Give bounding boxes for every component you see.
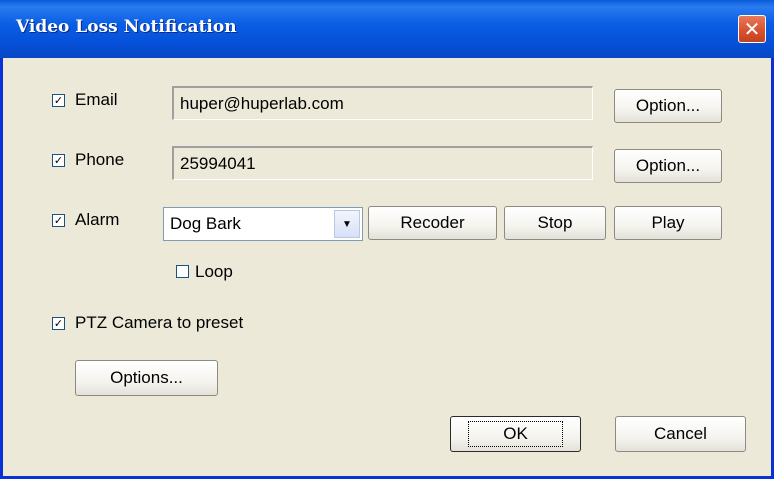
ptz-options-button[interactable]: Options... xyxy=(75,360,218,396)
loop-label: Loop xyxy=(195,262,233,281)
ok-button-label: OK xyxy=(468,421,563,447)
check-icon: ✓ xyxy=(53,94,64,107)
close-button[interactable]: ✕ xyxy=(738,15,766,43)
phone-field[interactable]: 25994041 xyxy=(172,146,593,180)
close-icon: ✕ xyxy=(743,17,761,41)
email-option-button[interactable]: Option... xyxy=(614,89,722,123)
check-icon: ✓ xyxy=(53,317,64,330)
email-checkbox[interactable]: ✓ xyxy=(52,94,65,107)
window-title: Video Loss Notification xyxy=(16,17,237,37)
loop-checkbox[interactable] xyxy=(176,265,189,278)
phone-option-button[interactable]: Option... xyxy=(614,149,722,183)
check-icon: ✓ xyxy=(53,214,64,227)
chevron-down-icon[interactable]: ▼ xyxy=(334,210,360,238)
ptz-checkbox[interactable]: ✓ xyxy=(52,317,65,330)
ok-button[interactable]: OK xyxy=(450,416,581,452)
title-bar[interactable]: Video Loss Notification ✕ xyxy=(0,0,774,58)
alarm-sound-select[interactable]: Dog Bark ▼ xyxy=(163,207,363,241)
phone-label: Phone xyxy=(75,150,125,169)
video-loss-dialog: Video Loss Notification ✕ ✓ Email huper@… xyxy=(0,0,774,479)
stop-button[interactable]: Stop xyxy=(504,206,606,240)
email-field[interactable]: huper@huperlab.com xyxy=(172,86,593,120)
cancel-button[interactable]: Cancel xyxy=(615,416,746,452)
alarm-checkbox[interactable]: ✓ xyxy=(52,214,65,227)
ptz-label: PTZ Camera to preset xyxy=(75,313,244,332)
alarm-sound-value: Dog Bark xyxy=(170,214,241,233)
email-label: Email xyxy=(75,90,118,109)
alarm-label: Alarm xyxy=(75,210,120,229)
check-icon: ✓ xyxy=(53,154,64,167)
phone-checkbox[interactable]: ✓ xyxy=(52,154,65,167)
play-button[interactable]: Play xyxy=(614,206,722,240)
record-button[interactable]: Recoder xyxy=(368,206,497,240)
